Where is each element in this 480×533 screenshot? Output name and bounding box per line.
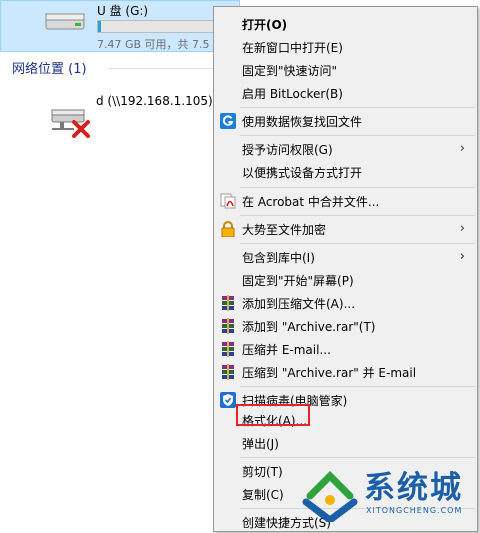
- menu-item-pin-quick-access[interactable]: 固定到"快速访问": [214, 59, 477, 81]
- menu-item-compress-email[interactable]: 压缩并 E-mail...: [214, 338, 477, 360]
- menu-label: 使用数据恢复找回文件: [242, 115, 363, 129]
- usb-drive-icon: [45, 13, 85, 30]
- submenu-arrow-icon: ›: [459, 141, 465, 156]
- menu-label: 剪切(T): [242, 465, 283, 479]
- menu-label: 复制(C): [242, 488, 284, 502]
- menu-item-add-archive[interactable]: 添加到压缩文件(A)...: [214, 292, 477, 314]
- submenu-arrow-icon: ›: [459, 249, 465, 264]
- menu-separator: [240, 107, 475, 108]
- menu-item-add-archive-rar[interactable]: 添加到 "Archive.rar"(T): [214, 315, 477, 337]
- menu-separator: [240, 215, 475, 216]
- menu-item-open[interactable]: 打开(O): [214, 13, 477, 35]
- network-drive-name[interactable]: d (\\192.168.1.105) (Z: [96, 94, 229, 108]
- menu-separator: [240, 187, 475, 188]
- network-group-header[interactable]: 网络位置 (1): [12, 58, 87, 77]
- menu-label: 启用 BitLocker(B): [242, 87, 343, 101]
- menu-item-compress-rar-email[interactable]: 压缩到 "Archive.rar" 并 E-mail: [214, 361, 477, 383]
- winrar-icon: [222, 318, 234, 334]
- menu-label: 固定到"快速访问": [242, 64, 338, 78]
- watermark: 系统城 XITONGCHENG.COM: [296, 456, 480, 532]
- menu-separator: [240, 243, 475, 244]
- drive-name: U 盘 (G:): [97, 4, 149, 18]
- menu-item-grant-access[interactable]: 授予访问权限(G) ›: [214, 138, 477, 160]
- menu-item-recover-data[interactable]: 使用数据恢复找回文件: [214, 110, 477, 132]
- watermark-subtitle: XITONGCHENG.COM: [366, 506, 463, 515]
- drive-space-text: 7.47 GB 可用，共 7.5: [97, 38, 210, 51]
- shield-icon: [220, 392, 236, 408]
- menu-label: 添加到 "Archive.rar"(T): [242, 320, 376, 334]
- menu-item-eject[interactable]: 弹出(J): [214, 432, 477, 454]
- menu-label: 在新窗口中打开(E): [242, 41, 343, 55]
- lock-icon: [221, 221, 235, 237]
- menu-item-open-portable[interactable]: 以便携式设备方式打开: [214, 161, 477, 183]
- menu-item-bitlocker[interactable]: 启用 BitLocker(B): [214, 82, 477, 104]
- menu-item-encrypt[interactable]: 大势至文件加密 ›: [214, 218, 477, 240]
- format-highlight-box: [236, 404, 310, 426]
- menu-item-pin-start[interactable]: 固定到"开始"屏幕(P): [214, 269, 477, 291]
- context-menu: 打开(O) 在新窗口中打开(E) 固定到"快速访问" 启用 BitLocker(…: [213, 6, 478, 532]
- watermark-title: 系统城: [364, 470, 463, 506]
- menu-label: 添加到压缩文件(A)...: [242, 297, 356, 311]
- menu-item-acrobat-merge[interactable]: 在 Acrobat 中合并文件...: [214, 190, 477, 212]
- menu-label: 压缩并 E-mail...: [242, 343, 331, 357]
- menu-label: 在 Acrobat 中合并文件...: [242, 195, 380, 209]
- menu-separator: [240, 135, 475, 136]
- menu-label: 压缩到 "Archive.rar" 并 E-mail: [242, 366, 417, 380]
- menu-label: 打开(O): [242, 18, 288, 32]
- menu-item-open-new-window[interactable]: 在新窗口中打开(E): [214, 36, 477, 58]
- menu-label: 包含到库中(I): [242, 251, 315, 265]
- menu-label: 授予访问权限(G): [242, 143, 333, 157]
- drive-usage-fill: [98, 21, 101, 32]
- menu-separator: [240, 386, 475, 387]
- drive-item-g[interactable]: U 盘 (G:) 7.47 GB 可用，共 7.5: [0, 0, 240, 52]
- drive-usage-bar: [97, 20, 227, 33]
- winrar-icon: [222, 295, 234, 311]
- menu-label: 固定到"开始"屏幕(P): [242, 274, 354, 288]
- group-divider: [108, 68, 218, 69]
- submenu-arrow-icon: ›: [459, 221, 465, 236]
- menu-label: 弹出(J): [242, 437, 279, 451]
- recovery-g-icon: [220, 113, 236, 129]
- acrobat-icon: [220, 193, 236, 209]
- menu-item-include-library[interactable]: 包含到库中(I) ›: [214, 246, 477, 268]
- menu-label: 以便携式设备方式打开: [242, 166, 363, 180]
- menu-label: 大势至文件加密: [242, 223, 327, 237]
- winrar-icon: [222, 341, 234, 357]
- network-drive-disconnected-icon: [51, 109, 90, 138]
- winrar-icon: [222, 364, 234, 380]
- watermark-logo-icon: [302, 471, 358, 522]
